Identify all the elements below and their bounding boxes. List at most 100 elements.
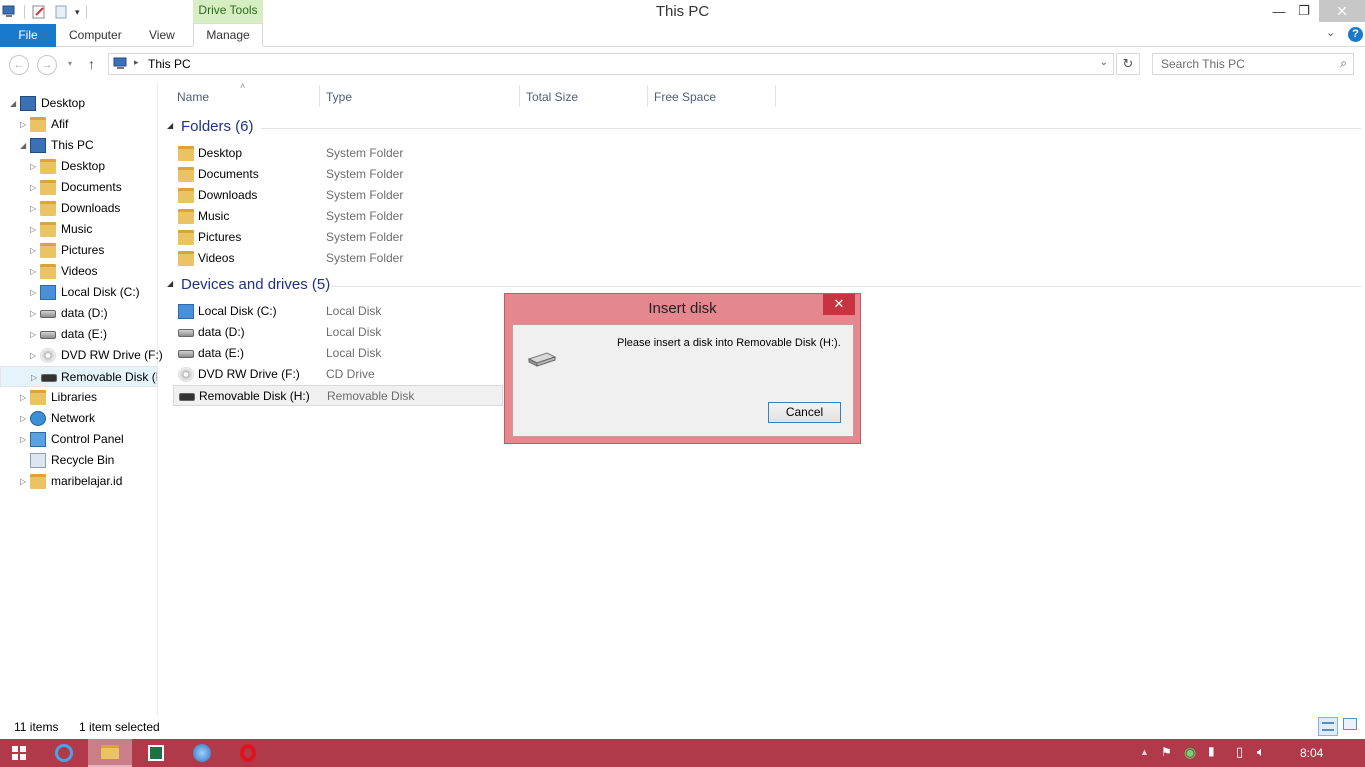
nav-item-local-disk-c[interactable]: ▷ Local Disk (C:) bbox=[0, 282, 158, 303]
column-separator[interactable] bbox=[775, 85, 776, 107]
collapsed-arrow-icon[interactable]: ▷ bbox=[20, 387, 30, 408]
collapsed-arrow-icon[interactable]: ▷ bbox=[30, 261, 40, 282]
address-dropdown-icon[interactable]: ⌄ bbox=[1100, 57, 1108, 68]
column-separator[interactable] bbox=[319, 85, 320, 107]
column-separator[interactable] bbox=[647, 85, 648, 107]
show-hidden-icons-icon[interactable]: ▲ bbox=[1140, 747, 1149, 757]
tab-manage[interactable]: Manage bbox=[193, 23, 263, 47]
taskbar-browser[interactable] bbox=[180, 739, 224, 767]
nav-item-dvd-rw-f[interactable]: ▷ DVD RW Drive (F:) bbox=[0, 345, 163, 366]
collapsed-arrow-icon[interactable]: ▷ bbox=[30, 240, 40, 261]
battery-icon[interactable]: ▯ bbox=[1236, 744, 1243, 760]
dialog-close-button[interactable]: ✕ bbox=[823, 294, 855, 315]
taskbar-opera[interactable] bbox=[226, 739, 270, 767]
nav-item-data-e[interactable]: ▷ data (E:) bbox=[0, 324, 158, 345]
list-item-music[interactable]: Music System Folder bbox=[173, 206, 503, 227]
column-header-type[interactable]: Type bbox=[326, 90, 352, 104]
list-item-downloads[interactable]: Downloads System Folder bbox=[173, 185, 503, 206]
column-header-name[interactable]: Name bbox=[177, 90, 209, 104]
forward-button[interactable]: → bbox=[37, 55, 57, 75]
refresh-button[interactable]: ↻ bbox=[1116, 53, 1140, 75]
nav-item-desktop-root[interactable]: ◢ Desktop bbox=[0, 93, 158, 114]
search-input[interactable]: Search This PC ⌕ bbox=[1152, 53, 1354, 75]
back-button[interactable]: ← bbox=[9, 55, 29, 75]
search-icon[interactable]: ⌕ bbox=[1340, 56, 1347, 71]
new-folder-icon[interactable] bbox=[53, 4, 69, 20]
nav-item-videos[interactable]: ▷ Videos bbox=[0, 261, 158, 282]
group-header-devices[interactable]: Devices and drives (5) bbox=[181, 276, 330, 293]
group-collapse-icon[interactable]: ◢ bbox=[167, 279, 173, 288]
nav-item-data-d[interactable]: ▷ data (D:) bbox=[0, 303, 158, 324]
collapsed-arrow-icon[interactable]: ▷ bbox=[30, 219, 40, 240]
expanded-arrow-icon[interactable]: ◢ bbox=[10, 93, 20, 114]
tab-view[interactable]: View bbox=[149, 24, 175, 47]
collapsed-arrow-icon[interactable]: ▷ bbox=[30, 345, 40, 366]
collapsed-arrow-icon[interactable]: ▷ bbox=[20, 408, 30, 429]
column-separator[interactable] bbox=[519, 85, 520, 107]
large-icons-view-button[interactable] bbox=[1343, 718, 1359, 734]
volume-icon[interactable]: 🔈︎ bbox=[1257, 744, 1265, 760]
breadcrumb-chevron-icon[interactable]: ▸ bbox=[134, 57, 139, 68]
collapsed-arrow-icon[interactable]: ▷ bbox=[30, 303, 40, 324]
computer-icon[interactable] bbox=[2, 4, 18, 20]
nav-item-maribelajar[interactable]: ▷ maribelajar.id bbox=[0, 471, 158, 492]
collapsed-arrow-icon[interactable]: ▷ bbox=[30, 324, 40, 345]
list-item-local-disk-c[interactable]: Local Disk (C:) Local Disk bbox=[173, 301, 503, 322]
recent-locations-icon[interactable]: ▾ bbox=[68, 59, 72, 68]
address-bar[interactable]: ▸ This PC ⌄ bbox=[108, 53, 1114, 75]
list-item-data-d[interactable]: data (D:) Local Disk bbox=[173, 322, 503, 343]
list-item-data-e[interactable]: data (E:) Local Disk bbox=[173, 343, 503, 364]
taskbar-excel[interactable] bbox=[134, 739, 178, 767]
list-item-pictures[interactable]: Pictures System Folder bbox=[173, 227, 503, 248]
restore-button[interactable]: ❐ bbox=[1287, 0, 1321, 22]
collapsed-arrow-icon[interactable]: ▷ bbox=[20, 114, 30, 135]
nav-item-this-pc[interactable]: ◢ This PC bbox=[0, 135, 158, 156]
list-item-videos[interactable]: Videos System Folder bbox=[173, 248, 503, 269]
properties-icon[interactable] bbox=[31, 4, 47, 20]
group-collapse-icon[interactable]: ◢ bbox=[167, 121, 173, 130]
action-center-flag-icon[interactable]: ⚑ bbox=[1161, 745, 1172, 759]
nav-item-network[interactable]: ▷ Network bbox=[0, 408, 158, 429]
column-header-free-space[interactable]: Free Space bbox=[654, 90, 716, 104]
nav-item-pictures[interactable]: ▷ Pictures bbox=[0, 240, 158, 261]
network-globe-icon[interactable]: ◉ bbox=[1184, 744, 1196, 761]
nav-item-libraries[interactable]: ▷ Libraries bbox=[0, 387, 158, 408]
list-item-removable-disk-h[interactable]: Removable Disk (H:) Removable Disk bbox=[173, 385, 503, 406]
list-item-desktop[interactable]: Desktop System Folder bbox=[173, 143, 503, 164]
cancel-button[interactable]: Cancel bbox=[768, 402, 841, 423]
signal-bars-icon[interactable]: ▮ bbox=[1208, 744, 1215, 758]
help-icon[interactable]: ? bbox=[1348, 27, 1363, 42]
collapsed-arrow-icon[interactable]: ▷ bbox=[30, 156, 40, 177]
collapsed-arrow-icon[interactable]: ▷ bbox=[30, 282, 40, 303]
collapsed-arrow-icon[interactable]: ▷ bbox=[31, 367, 41, 386]
taskbar-clock[interactable]: 8:04 bbox=[1300, 746, 1323, 760]
collapsed-arrow-icon[interactable]: ▷ bbox=[30, 198, 40, 219]
group-header-folders[interactable]: Folders (6) bbox=[181, 118, 254, 135]
nav-item-control-panel[interactable]: ▷ Control Panel bbox=[0, 429, 158, 450]
nav-item-removable-disk-h[interactable]: ▷ Removable Disk (H bbox=[0, 366, 158, 387]
customize-qa-icon[interactable]: ▾ bbox=[75, 7, 80, 18]
nav-item-recycle-bin[interactable]: Recycle Bin bbox=[0, 450, 158, 471]
tab-computer[interactable]: Computer bbox=[69, 24, 122, 47]
expanded-arrow-icon[interactable]: ◢ bbox=[20, 135, 30, 156]
tab-file[interactable]: File bbox=[0, 24, 56, 47]
collapsed-arrow-icon[interactable]: ▷ bbox=[20, 471, 30, 492]
nav-item-downloads[interactable]: ▷ Downloads bbox=[0, 198, 158, 219]
start-button[interactable] bbox=[0, 739, 38, 767]
list-item-documents[interactable]: Documents System Folder bbox=[173, 164, 503, 185]
chevron-down-icon[interactable]: ⌄ bbox=[1326, 26, 1335, 39]
close-button[interactable]: ✕ bbox=[1319, 0, 1365, 22]
collapsed-arrow-icon[interactable]: ▷ bbox=[30, 177, 40, 198]
collapsed-arrow-icon[interactable]: ▷ bbox=[20, 429, 30, 450]
nav-item-documents[interactable]: ▷ Documents bbox=[0, 177, 158, 198]
taskbar-internet-explorer[interactable] bbox=[42, 739, 86, 767]
nav-item-desktop[interactable]: ▷ Desktop bbox=[0, 156, 158, 177]
taskbar-file-explorer[interactable] bbox=[88, 739, 132, 767]
nav-item-afif[interactable]: ▷ Afif bbox=[0, 114, 158, 135]
up-arrow-icon[interactable]: ↑ bbox=[88, 56, 95, 72]
nav-item-music[interactable]: ▷ Music bbox=[0, 219, 158, 240]
list-item-dvd-rw-f[interactable]: DVD RW Drive (F:) CD Drive bbox=[173, 364, 503, 385]
column-header-total-size[interactable]: Total Size bbox=[526, 90, 578, 104]
breadcrumb[interactable]: This PC bbox=[148, 57, 191, 71]
details-view-button[interactable] bbox=[1318, 717, 1338, 736]
